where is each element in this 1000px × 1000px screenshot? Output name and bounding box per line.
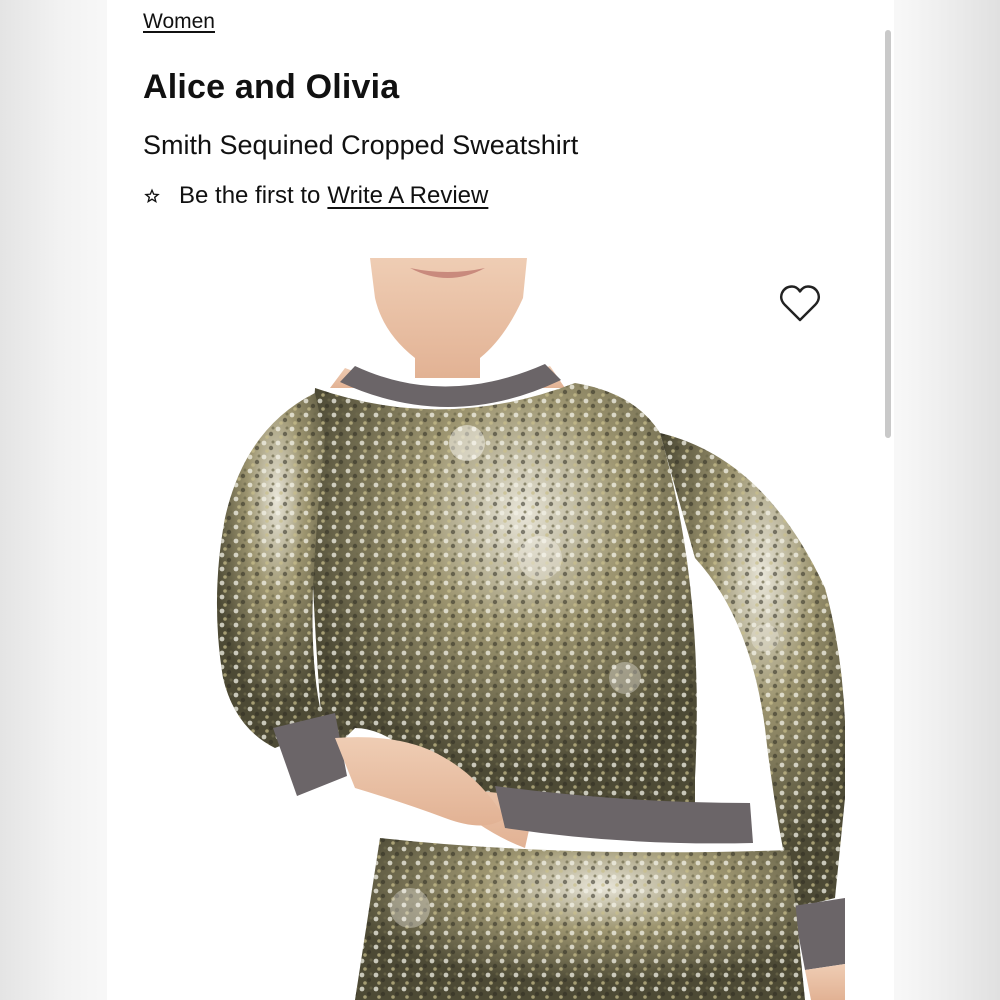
product-page: Women Alice and Olivia Smith Sequined Cr… [107, 0, 894, 1000]
breadcrumb-women-link[interactable]: Women [143, 10, 215, 34]
review-prompt-text: Be the first to [179, 182, 321, 209]
heart-outline-icon[interactable] [779, 284, 821, 324]
product-title: Smith Sequined Cropped Sweatshirt [143, 130, 579, 160]
star-icon [144, 188, 160, 204]
brand-name: Alice and Olivia [143, 68, 400, 106]
review-summary: Be the first to Write A Review [143, 180, 488, 212]
vertical-scrollbar[interactable] [885, 30, 891, 438]
write-review-link[interactable]: Write A Review [327, 182, 488, 210]
product-image[interactable] [205, 258, 845, 1000]
screen-background: Women Alice and Olivia Smith Sequined Cr… [0, 0, 1000, 1000]
